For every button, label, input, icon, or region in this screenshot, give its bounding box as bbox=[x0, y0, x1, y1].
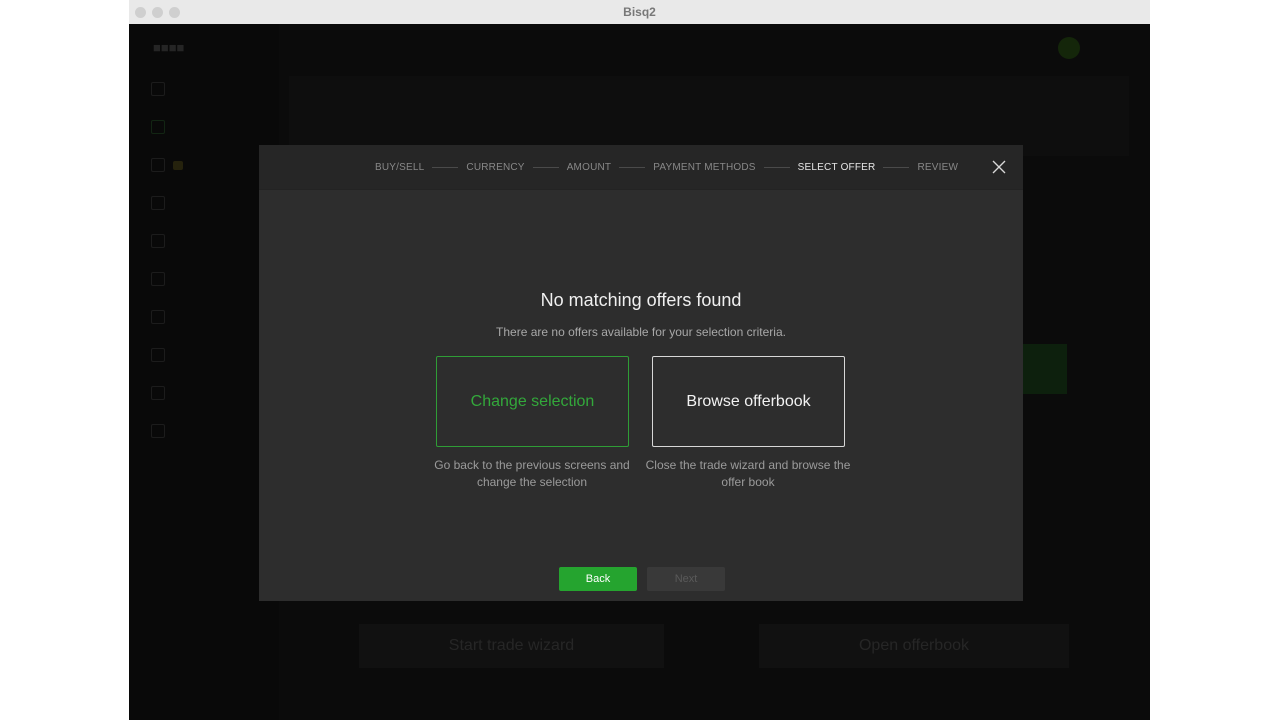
app-window: Bisq2 ■■■■ Start trade wizard Open offer… bbox=[129, 0, 1150, 720]
window-title: Bisq2 bbox=[623, 5, 656, 19]
window-titlebar: Bisq2 bbox=[129, 0, 1150, 25]
step-currency: CURRENCY bbox=[466, 161, 525, 173]
step-connector bbox=[619, 166, 646, 168]
no-offers-subline: There are no offers available for your s… bbox=[496, 325, 786, 339]
browse-offerbook-button[interactable]: Browse offerbook bbox=[652, 356, 845, 447]
step-connector bbox=[883, 166, 910, 168]
step-buy-sell: BUY/SELL bbox=[375, 161, 425, 173]
step-connector bbox=[763, 166, 790, 168]
step-select-offer: SELECT OFFER bbox=[797, 161, 876, 173]
wizard-steps: BUY/SELL CURRENCY AMOUNT PAYMENT METHODS… bbox=[375, 145, 958, 189]
change-selection-button[interactable]: Change selection bbox=[436, 356, 629, 447]
step-connector bbox=[432, 166, 459, 168]
browse-offerbook-description: Close the trade wizard and browse the of… bbox=[645, 458, 851, 489]
back-button[interactable]: Back bbox=[559, 567, 637, 591]
no-offers-headline: No matching offers found bbox=[540, 290, 742, 310]
trade-wizard-modal: BUY/SELL CURRENCY AMOUNT PAYMENT METHODS… bbox=[259, 145, 1023, 601]
step-connector bbox=[532, 166, 559, 168]
app-content: ■■■■ Start trade wizard Open offerbook B… bbox=[129, 24, 1150, 720]
change-selection-description: Go back to the previous screens and chan… bbox=[434, 458, 630, 489]
step-review: REVIEW bbox=[917, 161, 959, 173]
next-button[interactable]: Next bbox=[647, 567, 725, 591]
step-amount: AMOUNT bbox=[566, 161, 612, 173]
close-icon[interactable] bbox=[991, 159, 1007, 175]
wizard-header: BUY/SELL CURRENCY AMOUNT PAYMENT METHODS… bbox=[259, 145, 1023, 190]
step-payment-methods: PAYMENT METHODS bbox=[653, 161, 756, 173]
